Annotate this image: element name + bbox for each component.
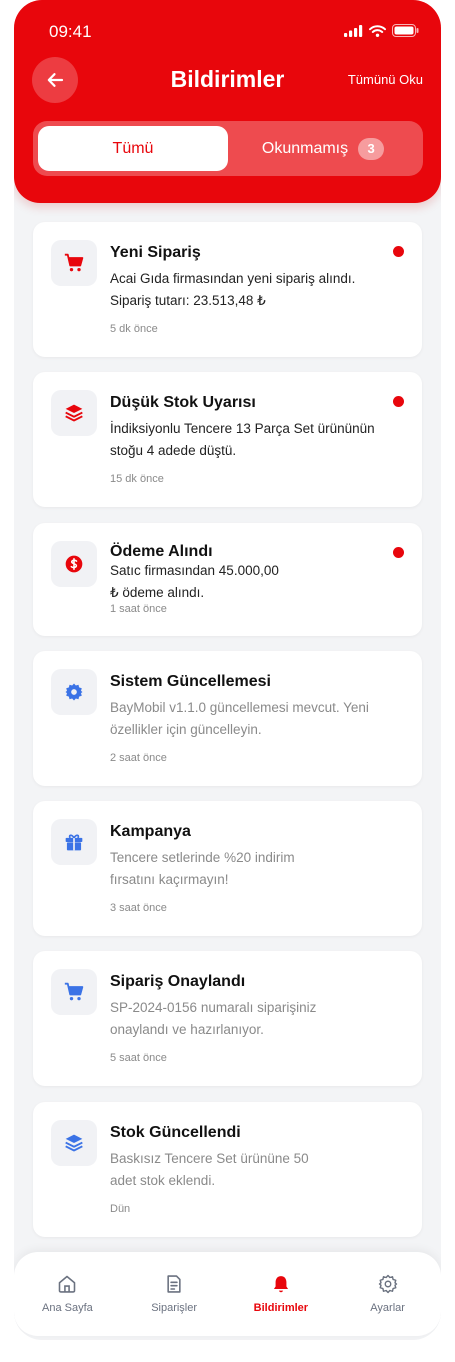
message-line: stoğu 4 adede düştü. (110, 443, 237, 458)
notification-time: 5 dk önce (110, 323, 158, 335)
tab-all-label: Tümü (112, 139, 154, 157)
notification-card[interactable]: Sistem Güncellemesi BayMobil v1.1.0 günc… (33, 651, 422, 786)
cart-icon (64, 253, 84, 272)
notification-card[interactable]: Kampanya Tencere setlerinde %20 indirim … (33, 801, 422, 936)
notification-title: Sipariş Onaylandı (110, 973, 246, 990)
tab-unread[interactable]: Okunmamış 3 (228, 126, 418, 171)
notification-message: Satıc firmasından 45.000,00 ₺ ödeme alın… (110, 560, 385, 604)
bell-icon (273, 1276, 288, 1293)
notification-title: Sistem Güncellemesi (110, 673, 271, 690)
tab-notifications-label: Bildirimler (253, 1302, 309, 1314)
app-screen: 09:41 Bildirimler Tümünü Oku Tümü Okunma… (14, 0, 441, 1340)
header: 09:41 Bildirimler Tümünü Oku Tümü Okunma… (14, 0, 441, 203)
cart-icon (64, 982, 84, 1001)
gear-icon (65, 683, 83, 701)
battery-icon (392, 24, 419, 37)
notification-icon-box (51, 240, 97, 286)
unread-count-badge: 3 (358, 137, 385, 160)
signal-icon (344, 24, 363, 37)
status-icons (344, 24, 419, 37)
notification-message: SP-2024-0156 numaralı siparişiniz onayla… (110, 997, 385, 1041)
notification-message: BayMobil v1.1.0 güncellemesi mevcut. Yen… (110, 697, 385, 741)
message-line: Tencere setlerinde %20 indirim (110, 850, 295, 865)
filter-segment: Tümü Okunmamış 3 (33, 121, 423, 176)
notification-card[interactable]: Yeni Sipariş Acai Gıda firmasından yeni … (33, 222, 422, 357)
dollar-icon (65, 555, 83, 573)
tab-orders[interactable]: Siparişler (121, 1252, 228, 1336)
notification-title: Düşük Stok Uyarısı (110, 394, 256, 411)
bottom-tab-bar: Ana Sayfa Siparişler Bildirimler Ayarlar (14, 1252, 441, 1336)
home-icon (59, 1275, 76, 1293)
gear-icon (378, 1274, 397, 1294)
notification-card[interactable]: Sipariş Onaylandı SP-2024-0156 numaralı … (33, 951, 422, 1086)
mark-all-read-button[interactable]: Tümünü Oku (348, 72, 423, 87)
message-line: Acai Gıda firmasından yeni sipariş alınd… (110, 271, 356, 286)
notification-icon-box (51, 1120, 97, 1166)
message-line: ₺ ödeme alındı. (110, 585, 205, 600)
unread-dot (393, 246, 404, 257)
notification-message: Acai Gıda firmasından yeni sipariş alınd… (110, 268, 385, 312)
notification-time: 3 saat önce (110, 902, 167, 914)
notification-title: Yeni Sipariş (110, 244, 201, 261)
layers-icon (65, 1134, 83, 1152)
message-line: fırsatını kaçırmayın! (110, 872, 229, 887)
message-line: adet stok eklendi. (110, 1173, 216, 1188)
notification-time: Dün (110, 1203, 131, 1215)
message-line: Satıc firmasından 45.000,00 (110, 563, 279, 578)
tab-home-label: Ana Sayfa (41, 1302, 93, 1314)
notification-card[interactable]: Düşük Stok Uyarısı İndiksiyonlu Tencere … (33, 372, 422, 507)
notification-time: 15 dk önce (110, 473, 164, 485)
notification-icon-box (51, 669, 97, 715)
message-line: SP-2024-0156 numaralı siparişiniz (110, 1000, 317, 1015)
notification-icon-box (51, 819, 97, 865)
notification-title: Kampanya (110, 823, 191, 840)
notification-message: Tencere setlerinde %20 indirim fırsatını… (110, 847, 385, 891)
unread-dot (393, 396, 404, 407)
message-line: onaylandı ve hazırlanıyor. (110, 1022, 264, 1037)
notification-icon-box (51, 541, 97, 587)
tab-all[interactable]: Tümü (38, 126, 228, 171)
message-line: Sipariş tutarı: 23.513,48 ₺ (110, 293, 266, 308)
tab-orders-label: Siparişler (151, 1302, 198, 1314)
notification-time: 2 saat önce (110, 752, 167, 764)
notification-title: Ödeme Alındı (110, 543, 213, 560)
tab-home[interactable]: Ana Sayfa (14, 1252, 121, 1336)
gift-icon (65, 834, 83, 851)
tab-settings[interactable]: Ayarlar (334, 1252, 441, 1336)
tab-settings-label: Ayarlar (370, 1302, 405, 1314)
layers-icon (65, 404, 83, 422)
notification-time: 1 saat önce (110, 603, 167, 615)
notification-time: 5 saat önce (110, 1052, 167, 1064)
message-line: Baskısız Tencere Set ürününe 50 (110, 1151, 309, 1166)
wifi-icon (369, 24, 386, 37)
tab-notifications[interactable]: Bildirimler (228, 1252, 335, 1336)
notification-card[interactable]: Stok Güncellendi Baskısız Tencere Set ür… (33, 1102, 422, 1237)
notification-icon-box (51, 390, 97, 436)
orders-icon (167, 1275, 181, 1293)
notification-icon-box (51, 969, 97, 1015)
notification-message: İndiksiyonlu Tencere 13 Parça Set ürünün… (110, 418, 385, 462)
notification-message: Baskısız Tencere Set ürününe 50 adet sto… (110, 1148, 385, 1192)
notification-title: Stok Güncellendi (110, 1124, 241, 1141)
status-time: 09:41 (49, 22, 92, 41)
message-line: İndiksiyonlu Tencere 13 Parça Set ürünün… (110, 421, 375, 436)
unread-dot (393, 547, 404, 558)
tab-unread-label: Okunmamış (261, 139, 349, 157)
message-line: BayMobil v1.1.0 güncellemesi mevcut. Yen… (110, 700, 369, 715)
notification-card[interactable]: Ödeme Alındı Satıc firmasından 45.000,00… (33, 523, 422, 636)
message-line: özellikler için güncelleyin. (110, 722, 262, 737)
